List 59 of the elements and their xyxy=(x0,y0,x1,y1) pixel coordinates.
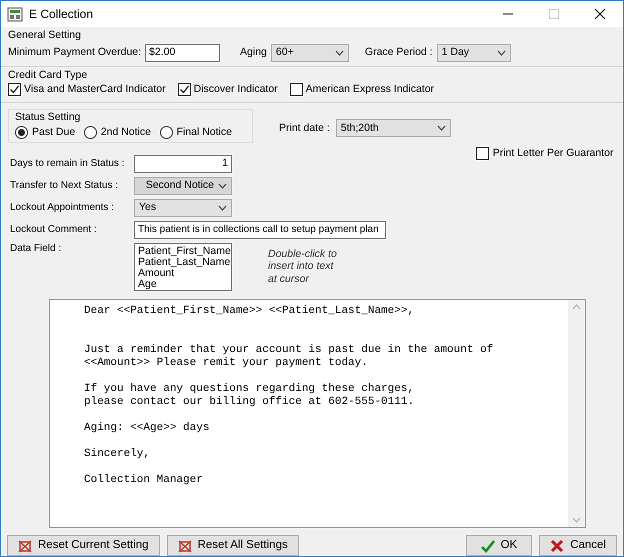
checkbox-label: Discover Indicator xyxy=(194,83,278,96)
caret-icon xyxy=(218,182,227,189)
checkbox[interactable] xyxy=(178,83,191,96)
field-label: Transfer to Next Status : xyxy=(10,180,120,192)
app-icon xyxy=(7,6,23,22)
radio-button[interactable] xyxy=(160,126,173,139)
group-title: Status Setting xyxy=(15,111,80,124)
checkbox-label: Visa and MasterCard Indicator xyxy=(24,83,166,96)
window-title: E Collection xyxy=(29,6,94,22)
reset-button[interactable]: Reset All Settings xyxy=(166,535,299,556)
checkmark-icon xyxy=(480,538,495,552)
field-label: Data Field : xyxy=(10,242,62,255)
field-label: Print date : xyxy=(279,122,330,134)
input-field[interactable]: $2.00 xyxy=(145,44,220,62)
input-field[interactable]: 1 xyxy=(134,154,232,173)
ok-button[interactable]: OK xyxy=(466,535,532,556)
list-item[interactable]: Patient_First_Name xyxy=(138,246,231,257)
reset-icon xyxy=(18,538,32,552)
checkbox-label: American Express Indicator xyxy=(306,83,434,96)
caret-icon xyxy=(218,204,227,211)
scroll-up-icon xyxy=(572,304,581,310)
input-field[interactable]: This patient is in collections call to setup payment plan xyxy=(134,220,386,239)
dropdown[interactable]: Yes xyxy=(134,198,232,217)
checkbox[interactable] xyxy=(8,83,21,96)
reset-icon xyxy=(178,538,192,552)
hint-text: Double-click to insert into text at cursor xyxy=(268,248,338,286)
print-date-dropdown[interactable]: 5th;20th xyxy=(336,119,451,138)
radio-button[interactable] xyxy=(84,126,97,139)
checkbox[interactable] xyxy=(476,146,489,160)
field-label: Days to remain in Status : xyxy=(10,158,126,170)
radio-label: 2nd Notice xyxy=(100,126,151,139)
field-label: Aging xyxy=(240,46,267,59)
reset-button[interactable]: Reset Current Setting xyxy=(7,535,160,556)
radio-label: Past Due xyxy=(32,126,76,139)
caret-icon xyxy=(334,50,344,56)
checkbox-label: Print Letter Per Guarantor xyxy=(492,146,614,160)
aging-dropdown[interactable]: 60+ xyxy=(270,44,349,62)
caret-icon xyxy=(496,50,506,56)
group-title: Credit Card Type xyxy=(8,68,88,82)
list-item[interactable]: Amount xyxy=(138,268,174,279)
grace-period-dropdown[interactable]: 1 Day xyxy=(436,44,511,62)
radio-button[interactable] xyxy=(15,126,28,139)
field-label: Lockout Appointments : xyxy=(10,202,115,214)
checkbox[interactable] xyxy=(290,83,303,96)
cancel-button[interactable]: Cancel xyxy=(539,535,617,556)
cancel-icon xyxy=(550,538,564,552)
group-title: General Setting xyxy=(8,29,81,42)
field-label: Minimum Payment Overdue: xyxy=(8,46,142,59)
caret-icon xyxy=(436,125,446,132)
list-item[interactable]: Age xyxy=(138,278,157,290)
list-box[interactable]: Patient_First_Name Patient_Last_Name Amount Age xyxy=(134,242,232,291)
letter-text: Dear <<Patient_First_Name>> <<Patient_Last_Name>>, Just a reminder that your account is past due in the amount of <<Amount>> Please remit your payment today. If you have any questions regarding these charges, please contact our billing office at 602-555-0111. Aging: <<Age>> days Sincerely, Collection Manager xyxy=(83,304,494,488)
scroll-down-icon xyxy=(572,517,581,523)
field-label: Grace Period : xyxy=(364,46,433,59)
list-item[interactable]: Patient_Last_Name xyxy=(138,256,230,268)
radio-label: Final Notice xyxy=(176,126,232,139)
field-label: Lockout Comment : xyxy=(10,224,98,236)
letter-editor[interactable] xyxy=(49,298,586,528)
scrollbar[interactable] xyxy=(568,300,585,527)
